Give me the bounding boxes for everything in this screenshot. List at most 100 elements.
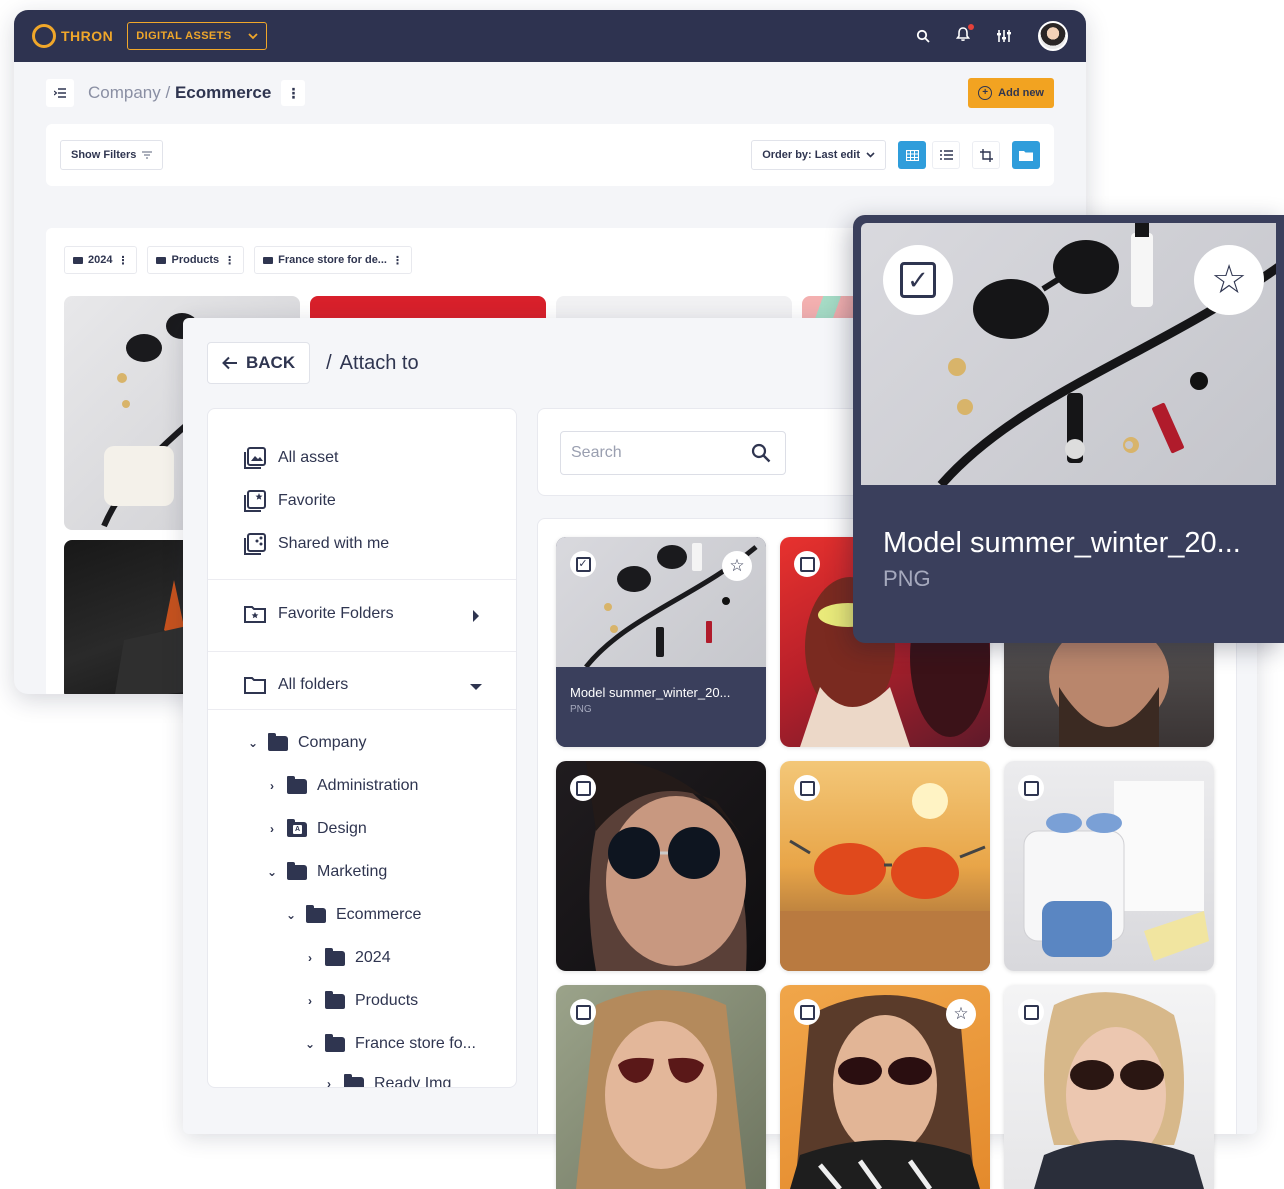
folder-icon — [268, 732, 288, 751]
crop-button[interactable] — [972, 141, 1000, 169]
chevron-down-icon[interactable]: ⌄ — [305, 1037, 315, 1051]
tree-item-design[interactable]: › A Design — [267, 818, 367, 838]
tree-item-label: Ecommerce — [336, 906, 422, 923]
chevron-down-icon[interactable]: ⌄ — [267, 865, 277, 879]
list-view-button[interactable] — [932, 141, 960, 169]
star-icon[interactable]: ☆ — [946, 999, 976, 1029]
select-checkbox[interactable] — [1018, 775, 1044, 801]
breadcrumb-parent[interactable]: Company / — [88, 83, 170, 102]
tree-item-marketing[interactable]: ⌄ Marketing — [267, 861, 387, 881]
tree-item-label: Design — [317, 820, 367, 837]
sidebar-item-label: All folders — [278, 676, 349, 693]
thron-logo[interactable]: THRON — [32, 24, 113, 48]
chevron-right-icon[interactable]: › — [267, 779, 277, 793]
asset-caption: Model summer_winter_20... PNG — [556, 667, 766, 747]
search-input[interactable] — [571, 444, 751, 462]
asset-card[interactable] — [556, 985, 766, 1189]
asset-type: PNG — [570, 704, 592, 715]
asset-card[interactable] — [556, 761, 766, 971]
more-icon[interactable]: ⋮ — [224, 254, 235, 267]
asset-card[interactable]: ☆ — [780, 985, 990, 1189]
back-button[interactable]: BACK — [207, 342, 311, 384]
asset-card[interactable] — [1004, 985, 1214, 1189]
chevron-down-icon[interactable]: ⌄ — [286, 908, 296, 922]
select-checkbox[interactable] — [570, 775, 596, 801]
folder-chip-label: 2024 — [88, 254, 113, 266]
sidebar-item-all-folders[interactable]: All folders — [244, 676, 348, 694]
show-filters-button[interactable]: Show Filters — [60, 140, 164, 170]
tree-item-label: Ready Img — [374, 1075, 452, 1088]
bell-icon[interactable] — [955, 24, 974, 46]
search-icon[interactable] — [751, 443, 771, 463]
select-checkbox[interactable] — [794, 551, 820, 577]
tree-item-ecommerce[interactable]: ⌄ Ecommerce — [286, 904, 422, 924]
show-filters-label: Show Filters — [71, 149, 137, 161]
select-checkbox[interactable]: ✓ — [570, 551, 596, 577]
list-icon — [939, 150, 953, 160]
grid-view-button[interactable] — [898, 141, 926, 169]
sidebar-item-label: Favorite Folders — [278, 605, 394, 622]
tree-item-products[interactable]: › Products — [305, 990, 418, 1010]
star-icon[interactable]: ☆ — [722, 551, 752, 581]
order-by-select[interactable]: Order by: Last edit — [751, 140, 886, 170]
folder-chip[interactable]: 2024 ⋮ — [64, 246, 138, 274]
chevron-right-icon[interactable]: › — [305, 994, 315, 1008]
user-avatar[interactable] — [1038, 21, 1068, 51]
sidebar-item-favorite-folders[interactable]: Favorite Folders — [244, 605, 394, 623]
tree-item-company[interactable]: ⌄ Company — [248, 732, 366, 752]
folder-chip[interactable]: Products ⋮ — [147, 246, 245, 274]
favorite-folder-icon — [244, 606, 266, 623]
tree-item-ready-img[interactable]: › Ready Img — [324, 1073, 452, 1088]
sidebar-item-favorite[interactable]: Favorite — [244, 490, 336, 512]
tree-item-2024[interactable]: › 2024 — [305, 947, 391, 967]
add-new-button[interactable]: + Add new — [968, 78, 1054, 108]
select-checkbox[interactable]: ✓ — [883, 245, 953, 315]
asset-card[interactable] — [780, 761, 990, 971]
chevron-right-icon[interactable]: › — [305, 951, 315, 965]
asset-preview-card[interactable]: ✓ ☆ Model summer_winter_20... PNG — [853, 215, 1284, 643]
order-by-label: Order by: Last edit — [762, 149, 860, 161]
tree-item-france-store[interactable]: ⌄ France store fo... — [305, 1033, 476, 1053]
design-folder-icon: A — [287, 818, 307, 837]
menu-collapse-icon — [54, 88, 66, 98]
filter-icon — [142, 151, 153, 159]
more-icon[interactable]: ⋮ — [117, 254, 128, 267]
checkbox-icon — [1023, 780, 1039, 796]
sidebar-item-shared[interactable]: Shared with me — [244, 533, 389, 555]
folder-icon — [287, 775, 307, 794]
divider — [208, 579, 516, 580]
select-checkbox[interactable] — [1018, 999, 1044, 1025]
tree-item-administration[interactable]: › Administration — [267, 775, 418, 795]
chevron-right-icon[interactable]: › — [267, 822, 277, 836]
folder-icon — [287, 861, 307, 880]
plus-circle-icon: + — [978, 86, 993, 100]
folder-view-button[interactable] — [1012, 141, 1040, 169]
asset-card[interactable] — [1004, 761, 1214, 971]
sidebar-toggle-button[interactable] — [46, 79, 74, 107]
asset-card-selected[interactable]: ✓ ☆ Model summer_winter_20... PNG — [556, 537, 766, 747]
app-selector[interactable]: DIGITAL ASSETS — [127, 22, 267, 50]
folder-chip[interactable]: France store for de... ⋮ — [254, 246, 412, 274]
search-icon[interactable] — [916, 29, 930, 43]
select-checkbox[interactable] — [794, 999, 820, 1025]
more-icon[interactable]: ⋮ — [392, 254, 403, 267]
crop-icon — [979, 148, 993, 162]
caret-down-icon[interactable] — [470, 683, 482, 691]
search-field[interactable] — [560, 431, 786, 475]
star-icon[interactable]: ☆ — [1194, 245, 1264, 315]
checkbox-icon — [799, 556, 815, 572]
select-checkbox[interactable] — [794, 775, 820, 801]
select-checkbox[interactable] — [570, 999, 596, 1025]
dialog-title: / Attach to — [326, 351, 419, 374]
divider — [208, 651, 516, 652]
filter-bar: Show Filters Order by: Last edit — [46, 124, 1054, 186]
chevron-right-icon[interactable]: › — [324, 1077, 334, 1087]
sliders-icon[interactable] — [996, 29, 1012, 43]
favorite-gallery-icon — [244, 490, 266, 512]
sidebar-item-label: Favorite — [278, 492, 336, 509]
caret-right-icon[interactable] — [472, 610, 480, 622]
chevron-down-icon[interactable]: ⌄ — [248, 736, 258, 750]
more-options-button[interactable]: ⋮ — [281, 80, 306, 106]
sidebar-item-label: All asset — [278, 449, 339, 466]
sidebar-item-all-asset[interactable]: All asset — [244, 447, 338, 469]
